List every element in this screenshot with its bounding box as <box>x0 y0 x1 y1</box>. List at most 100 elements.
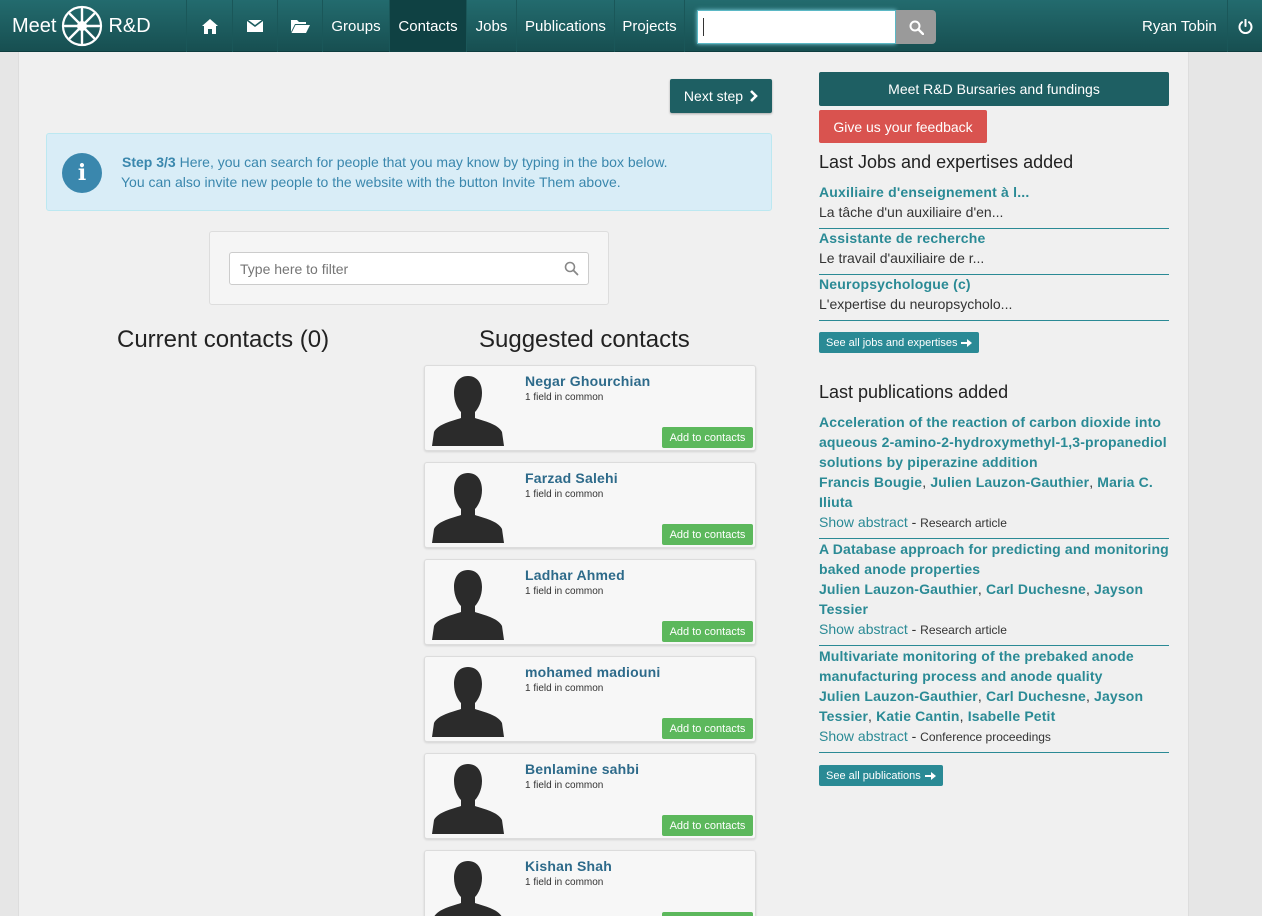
contact-name-link[interactable]: Benlamine sahbi <box>525 761 639 777</box>
publication-type: Conference proceedings <box>920 730 1051 744</box>
nav-jobs[interactable]: Jobs <box>466 0 516 52</box>
job-item: Neuropsychologue (c) L'expertise du neur… <box>819 276 1169 321</box>
avatar-placeholder-icon <box>432 667 504 737</box>
add-to-contacts-button[interactable]: Add to contacts <box>662 427 753 448</box>
show-abstract-link[interactable]: Show abstract <box>819 514 908 530</box>
publication-meta: Show abstract - Research article <box>819 621 1007 637</box>
contact-card: Kishan Shah 1 field in common Add to conta… <box>424 850 756 916</box>
add-to-contacts-button[interactable]: Add to contacts <box>662 815 753 836</box>
author-link[interactable]: Katie Cantin <box>876 708 959 724</box>
publications-heading: Last publications added <box>819 382 1009 402</box>
bursaries-button[interactable]: Meet R&D Bursaries and fundings <box>819 72 1169 106</box>
job-title-link[interactable]: Auxiliaire d'enseignement à l... <box>819 184 1169 200</box>
contact-name-link[interactable]: Kishan Shah <box>525 858 612 874</box>
author-link[interactable]: Julien Lauzon-Gauthier <box>930 474 1089 490</box>
author-link[interactable]: Isabelle Petit <box>968 708 1056 724</box>
job-description: L'expertise du neuropsycholo... <box>819 296 1013 312</box>
global-search-input[interactable] <box>697 10 896 44</box>
see-all-jobs-label: See all jobs and expertises <box>826 336 958 349</box>
see-all-publications-button[interactable]: See all publications <box>819 765 943 786</box>
add-to-contacts-button[interactable]: Add to contacts <box>662 912 753 916</box>
nav-jobs-label: Jobs <box>475 17 508 35</box>
author-link[interactable]: Julien Lauzon-Gauthier <box>819 688 978 704</box>
alert-line-2: You can also invite new people to the we… <box>121 174 621 190</box>
next-step-button[interactable]: Next step <box>670 79 772 113</box>
show-abstract-link[interactable]: Show abstract <box>819 621 908 637</box>
show-abstract-link[interactable]: Show abstract <box>819 728 908 744</box>
search-button[interactable] <box>896 10 936 44</box>
power-icon <box>1238 18 1252 34</box>
publication-title-link[interactable]: A Database approach for predicting and m… <box>819 539 1169 579</box>
nav-messages[interactable] <box>232 0 277 52</box>
logo-icon <box>62 5 103 47</box>
alert-text-1: Here, you can search for people that you… <box>175 154 668 170</box>
brand-right-text: R&D <box>108 14 151 37</box>
author-link[interactable]: Carl Duchesne <box>986 688 1086 704</box>
add-to-contacts-button[interactable]: Add to contacts <box>662 524 753 545</box>
filter-panel <box>209 231 609 305</box>
contact-card: Negar Ghourchian 1 field in common Add to … <box>424 365 756 451</box>
contact-name-link[interactable]: Ladhar Ahmed <box>525 567 625 583</box>
feedback-button[interactable]: Give us your feedback <box>819 110 987 143</box>
jobs-heading: Last Jobs and expertises added <box>819 152 1074 172</box>
nav-projects-label: Projects <box>622 17 677 35</box>
publication-item: Multivariate monitoring of the prebaked … <box>819 646 1169 753</box>
filter-input[interactable] <box>229 252 589 285</box>
author-separator: , <box>1085 581 1095 597</box>
job-title-link[interactable]: Assistante de recherche <box>819 230 1169 246</box>
chevron-right-icon <box>750 90 758 102</box>
publication-title-link[interactable]: Multivariate monitoring of the prebaked … <box>819 646 1169 686</box>
user-menu[interactable]: Ryan Tobin <box>1142 0 1217 52</box>
publication-item: Acceleration of the reaction of carbon d… <box>819 412 1169 539</box>
contact-card: Benlamine sahbi 1 field in common Add to c… <box>424 753 756 839</box>
see-all-jobs-button[interactable]: See all jobs and expertises <box>819 332 980 353</box>
contact-card: mohamed madiouni 1 field in common Add to … <box>424 656 756 742</box>
fields-in-common: 1 field in common <box>525 780 604 791</box>
envelope-icon <box>247 20 263 32</box>
nav-home[interactable] <box>186 0 232 52</box>
contact-name-link[interactable]: Negar Ghourchian <box>525 373 650 389</box>
nav-publications-label: Publications <box>525 17 606 35</box>
author-link[interactable]: Francis Bougie <box>819 474 922 490</box>
suggested-contacts-heading: Suggested contacts <box>479 326 690 353</box>
publication-type: Research article <box>920 623 1007 637</box>
add-to-contacts-button[interactable]: Add to contacts <box>662 621 753 642</box>
contact-name-link[interactable]: Farzad Salehi <box>525 470 618 486</box>
avatar-placeholder-icon <box>432 570 504 640</box>
nav-publications[interactable]: Publications <box>516 0 614 52</box>
publication-authors: Julien Lauzon-Gauthier, Carl Duchesne, J… <box>819 579 1169 619</box>
text-caret <box>703 18 704 36</box>
publication-title-link[interactable]: Acceleration of the reaction of carbon d… <box>819 412 1169 472</box>
avatar-placeholder-icon <box>434 861 502 916</box>
publication-authors: Julien Lauzon-Gauthier, Carl Duchesne, J… <box>819 686 1169 726</box>
author-link[interactable]: Julien Lauzon-Gauthier <box>819 581 978 597</box>
top-navbar: Meet R&D Groups Contacts Jobs Publicatio… <box>0 0 1262 52</box>
publication-item: A Database approach for predicting and m… <box>819 539 1169 646</box>
avatar-placeholder-icon <box>432 473 504 543</box>
logout-button[interactable] <box>1227 0 1262 52</box>
arrow-right-icon <box>961 338 973 347</box>
nav-groups[interactable]: Groups <box>322 0 389 52</box>
avatar-placeholder-icon <box>432 376 504 446</box>
fields-in-common: 1 field in common <box>525 683 604 694</box>
author-separator: , <box>959 708 968 724</box>
main-container: Next step i Step 3/3 Here, you can searc… <box>18 52 1189 916</box>
publication-authors: Francis Bougie, Julien Lauzon-Gauthier, … <box>819 472 1169 512</box>
publication-meta: Show abstract - Research article <box>819 514 1007 530</box>
home-icon <box>201 18 218 34</box>
nav-projects[interactable]: Projects <box>614 0 685 52</box>
author-link[interactable]: Carl Duchesne <box>986 581 1086 597</box>
brand-logo[interactable]: Meet R&D <box>12 0 184 52</box>
job-title-link[interactable]: Neuropsychologue (c) <box>819 276 1169 292</box>
search-icon <box>909 20 924 35</box>
alert-line-1: Step 3/3 Here, you can search for people… <box>122 154 668 170</box>
nav-contacts[interactable]: Contacts <box>389 0 466 52</box>
info-icon: i <box>62 153 102 193</box>
contact-name-link[interactable]: mohamed madiouni <box>525 664 660 680</box>
nav-files[interactable] <box>277 0 322 52</box>
add-to-contacts-button[interactable]: Add to contacts <box>662 718 753 739</box>
brand-left-text: Meet <box>12 14 57 37</box>
job-description: Le travail d'auxiliaire de r... <box>819 250 985 266</box>
arrow-right-icon <box>924 771 936 780</box>
author-separator: , <box>868 708 877 724</box>
